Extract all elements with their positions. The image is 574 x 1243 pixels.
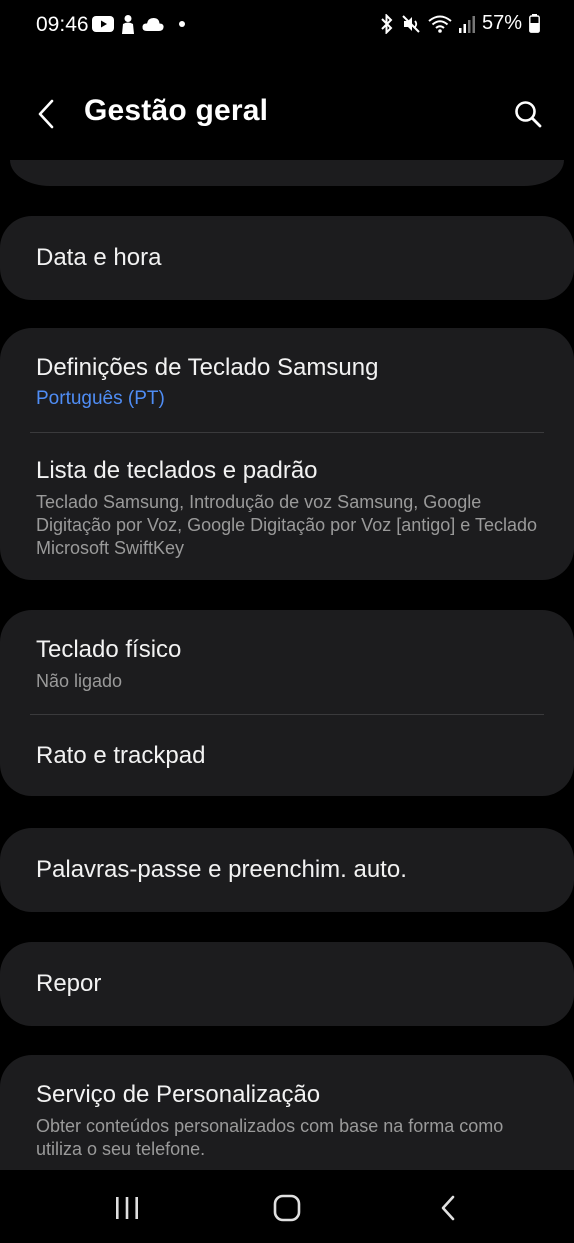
physical-keyboard-item[interactable]: Teclado físico Não ligado: [36, 636, 544, 693]
card-input-devices: Teclado físico Não ligado Rato e trackpa…: [0, 610, 574, 796]
divider: [30, 432, 544, 433]
chevron-left-icon: [37, 99, 55, 129]
samsung-keyboard-title: Definições de Teclado Samsung: [36, 354, 379, 381]
back-button[interactable]: [24, 92, 68, 136]
card-date-time: Data e hora: [0, 216, 574, 300]
search-button[interactable]: [506, 92, 550, 136]
keyboard-list-item[interactable]: Lista de teclados e padrão Teclado Samsu…: [36, 457, 544, 560]
samsung-keyboard-language: Português (PT): [36, 388, 165, 409]
passwords-autofill-title: Palavras-passe e preenchim. auto.: [36, 856, 407, 883]
battery-percent: 57%: [481, 12, 522, 34]
keyboard-list-title: Lista de teclados e padrão: [36, 457, 318, 484]
physical-keyboard-title: Teclado físico: [36, 636, 182, 663]
card-reset: Repor: [0, 942, 574, 1026]
keyboard-list-subtitle: Teclado Samsung, Introdução de voz Samsu…: [36, 492, 537, 558]
personalization-title: Serviço de Personalização: [36, 1081, 321, 1108]
youtube-icon: [92, 16, 114, 32]
signal-icon: [458, 15, 475, 33]
back-icon: [440, 1195, 456, 1221]
personalization-subtitle: Obter conteúdos personalizados com base …: [36, 1116, 504, 1159]
scrolled-card-edge: [10, 160, 564, 186]
notification-icons: [92, 14, 186, 34]
battery-icon: [529, 14, 540, 33]
home-icon: [273, 1194, 301, 1222]
home-button[interactable]: [257, 1192, 317, 1224]
navigation-bar: [0, 1170, 574, 1243]
physical-keyboard-status: Não ligado: [36, 671, 123, 691]
reset-item[interactable]: Repor: [36, 970, 544, 998]
system-status-icons: 57%: [380, 12, 540, 35]
search-icon: [514, 100, 542, 128]
card-keyboards: Definições de Teclado Samsung Português …: [0, 328, 574, 580]
app-header: Gestão geral: [0, 72, 574, 152]
divider: [30, 714, 544, 715]
status-time: 09:46: [36, 13, 89, 36]
card-passwords: Palavras-passe e preenchim. auto.: [0, 828, 574, 912]
cloud-icon: [142, 17, 164, 31]
samsung-keyboard-item[interactable]: Definições de Teclado Samsung Português …: [36, 354, 544, 410]
personalization-item[interactable]: Serviço de Personalização Obter conteúdo…: [36, 1081, 544, 1161]
page-title: Gestão geral: [84, 94, 269, 127]
mouse-trackpad-title: Rato e trackpad: [36, 742, 206, 769]
recents-button[interactable]: [97, 1192, 157, 1224]
date-time-title: Data e hora: [36, 244, 162, 271]
wifi-icon: [428, 14, 452, 34]
date-time-item[interactable]: Data e hora: [36, 244, 544, 272]
recents-icon: [114, 1196, 140, 1220]
back-nav-button[interactable]: [418, 1192, 478, 1224]
reset-title: Repor: [36, 970, 102, 997]
person-icon: [120, 14, 136, 34]
bluetooth-icon: [380, 13, 394, 34]
mute-icon: [401, 14, 421, 34]
dot-icon: [178, 20, 186, 28]
passwords-autofill-item[interactable]: Palavras-passe e preenchim. auto.: [36, 856, 544, 884]
status-bar: 09:46 57%: [0, 0, 574, 52]
mouse-trackpad-item[interactable]: Rato e trackpad: [36, 742, 544, 770]
